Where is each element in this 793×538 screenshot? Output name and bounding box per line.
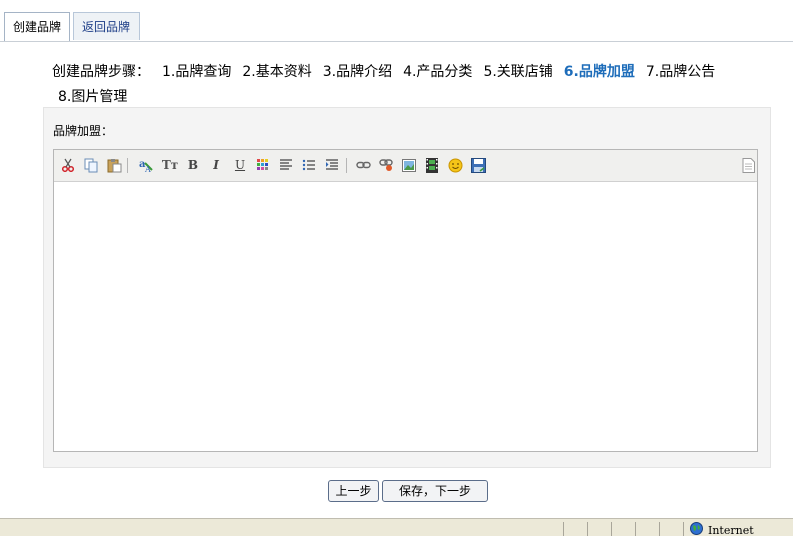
- underline-icon[interactable]: U: [232, 157, 248, 173]
- steps-prefix: 创建品牌步骤：: [52, 64, 150, 80]
- source-icon[interactable]: [740, 157, 756, 173]
- tab-create-brand[interactable]: 创建品牌: [4, 12, 70, 42]
- status-divider: [587, 522, 588, 536]
- editor-content-area[interactable]: [54, 182, 757, 451]
- step-product-category[interactable]: 4.产品分类: [403, 60, 472, 85]
- toolbar-separator: [346, 158, 347, 173]
- status-divider: [635, 522, 636, 536]
- status-divider: [563, 522, 564, 536]
- save-icon[interactable]: [470, 157, 486, 173]
- status-bar: Internet: [0, 518, 793, 538]
- paste-icon[interactable]: [106, 157, 122, 173]
- rich-text-editor: aA Tт B I U: [53, 149, 758, 452]
- globe-icon: [690, 522, 703, 538]
- step-brand-query[interactable]: 1.品牌查询: [162, 60, 231, 85]
- image-icon[interactable]: [401, 157, 417, 173]
- security-zone: Internet: [690, 522, 754, 538]
- step-nav: 创建品牌步骤： 1.品牌查询 2.基本资料 3.品牌介绍 4.产品分类 5.关联店铺 6.品…: [52, 60, 772, 110]
- svg-text:A: A: [144, 165, 151, 173]
- unordered-list-icon[interactable]: [301, 157, 317, 173]
- cut-icon[interactable]: [60, 157, 76, 173]
- status-divider: [659, 522, 660, 536]
- tab-return-brand[interactable]: 返回品牌: [73, 12, 140, 40]
- save-next-button[interactable]: 保存，下一步: [382, 480, 488, 502]
- copy-icon[interactable]: [83, 157, 99, 173]
- prev-step-button[interactable]: 上一步: [328, 480, 379, 502]
- status-divider: [611, 522, 612, 536]
- step-brand-notice[interactable]: 7.品牌公告: [646, 60, 715, 85]
- unlink-icon[interactable]: [378, 157, 394, 173]
- step-basic-info[interactable]: 2.基本资料: [242, 60, 311, 85]
- step-brand-intro[interactable]: 3.品牌介绍: [323, 60, 392, 85]
- step-linked-shops[interactable]: 5.关联店铺: [483, 60, 552, 85]
- field-label: 品牌加盟：: [53, 124, 114, 138]
- bold-icon[interactable]: B: [185, 157, 201, 173]
- editor-toolbar: aA Tт B I U: [54, 150, 757, 182]
- font-size-icon[interactable]: Tт: [162, 157, 178, 173]
- emoticon-icon[interactable]: [447, 157, 463, 173]
- toolbar-separator: [127, 158, 128, 173]
- italic-icon[interactable]: I: [208, 157, 224, 173]
- align-icon[interactable]: [278, 157, 294, 173]
- step-brand-franchise[interactable]: 6.品牌加盟: [564, 60, 635, 85]
- form-panel: 品牌加盟： aA Tт B I U: [43, 107, 771, 468]
- media-icon[interactable]: [424, 157, 440, 173]
- text-color-icon[interactable]: [255, 157, 271, 173]
- format-brush-icon[interactable]: aA: [138, 157, 154, 173]
- tab-divider: [0, 41, 793, 42]
- indent-icon[interactable]: [324, 157, 340, 173]
- link-icon[interactable]: [355, 157, 371, 173]
- status-divider: [683, 522, 684, 536]
